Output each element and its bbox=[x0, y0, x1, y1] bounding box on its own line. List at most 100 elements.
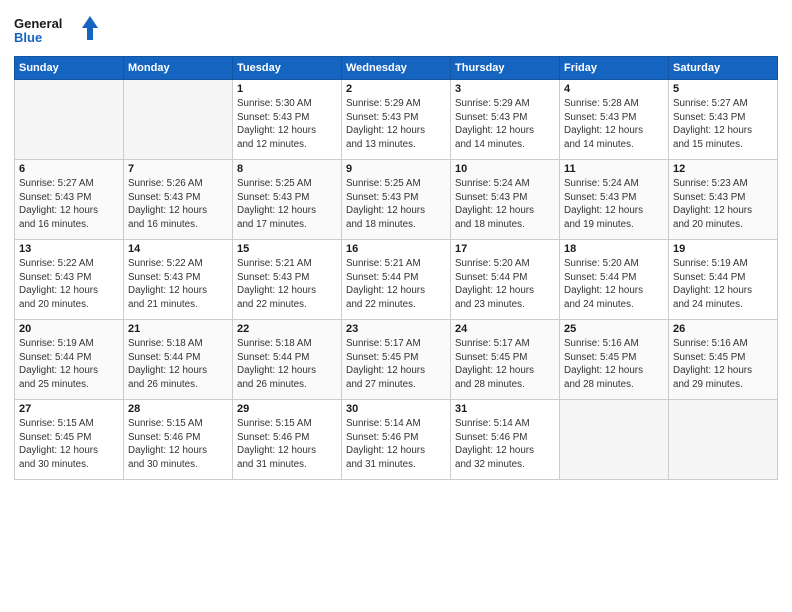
day-number: 21 bbox=[128, 323, 228, 335]
day-number: 1 bbox=[237, 83, 337, 95]
calendar-header-wednesday: Wednesday bbox=[342, 57, 451, 80]
day-number: 16 bbox=[346, 243, 446, 255]
day-info: Sunrise: 5:17 AM Sunset: 5:45 PM Dayligh… bbox=[346, 337, 446, 392]
day-number: 13 bbox=[19, 243, 119, 255]
day-number: 4 bbox=[564, 83, 664, 95]
calendar-cell: 13 Sunrise: 5:22 AM Sunset: 5:43 PM Dayli… bbox=[15, 240, 124, 320]
day-number: 22 bbox=[237, 323, 337, 335]
calendar-cell bbox=[15, 80, 124, 160]
calendar-header-row: SundayMondayTuesdayWednesdayThursdayFrid… bbox=[15, 57, 778, 80]
day-number: 25 bbox=[564, 323, 664, 335]
day-info: Sunrise: 5:20 AM Sunset: 5:44 PM Dayligh… bbox=[455, 257, 555, 312]
day-info: Sunrise: 5:22 AM Sunset: 5:43 PM Dayligh… bbox=[19, 257, 119, 312]
day-info: Sunrise: 5:14 AM Sunset: 5:46 PM Dayligh… bbox=[455, 417, 555, 472]
calendar-header-monday: Monday bbox=[124, 57, 233, 80]
day-number: 19 bbox=[673, 243, 773, 255]
calendar-cell: 10 Sunrise: 5:24 AM Sunset: 5:43 PM Dayli… bbox=[451, 160, 560, 240]
calendar-week-row: 6 Sunrise: 5:27 AM Sunset: 5:43 PM Daylig… bbox=[15, 160, 778, 240]
day-info: Sunrise: 5:15 AM Sunset: 5:46 PM Dayligh… bbox=[128, 417, 228, 472]
calendar-cell: 27 Sunrise: 5:15 AM Sunset: 5:45 PM Dayli… bbox=[15, 400, 124, 480]
calendar-cell: 20 Sunrise: 5:19 AM Sunset: 5:44 PM Dayli… bbox=[15, 320, 124, 400]
calendar-cell: 8 Sunrise: 5:25 AM Sunset: 5:43 PM Daylig… bbox=[233, 160, 342, 240]
calendar-cell: 31 Sunrise: 5:14 AM Sunset: 5:46 PM Dayli… bbox=[451, 400, 560, 480]
day-info: Sunrise: 5:25 AM Sunset: 5:43 PM Dayligh… bbox=[237, 177, 337, 232]
calendar-cell: 5Sunrise: 5:27 AM Sunset: 5:43 PM Daylig… bbox=[669, 80, 778, 160]
day-info: Sunrise: 5:15 AM Sunset: 5:45 PM Dayligh… bbox=[19, 417, 119, 472]
day-info: Sunrise: 5:30 AM Sunset: 5:43 PM Dayligh… bbox=[237, 97, 337, 152]
day-number: 20 bbox=[19, 323, 119, 335]
day-number: 14 bbox=[128, 243, 228, 255]
day-number: 24 bbox=[455, 323, 555, 335]
calendar-cell: 18 Sunrise: 5:20 AM Sunset: 5:44 PM Dayli… bbox=[560, 240, 669, 320]
calendar-cell: 11Sunrise: 5:24 AM Sunset: 5:43 PM Dayli… bbox=[560, 160, 669, 240]
calendar-cell: 28 Sunrise: 5:15 AM Sunset: 5:46 PM Dayli… bbox=[124, 400, 233, 480]
calendar-cell: 4 Sunrise: 5:28 AM Sunset: 5:43 PM Daylig… bbox=[560, 80, 669, 160]
day-number: 29 bbox=[237, 403, 337, 415]
calendar-cell: 7 Sunrise: 5:26 AM Sunset: 5:43 PM Daylig… bbox=[124, 160, 233, 240]
calendar-header-thursday: Thursday bbox=[451, 57, 560, 80]
day-number: 7 bbox=[128, 163, 228, 175]
calendar-week-row: 13 Sunrise: 5:22 AM Sunset: 5:43 PM Dayli… bbox=[15, 240, 778, 320]
calendar-header-sunday: Sunday bbox=[15, 57, 124, 80]
day-number: 23 bbox=[346, 323, 446, 335]
day-number: 15 bbox=[237, 243, 337, 255]
day-info: Sunrise: 5:19 AM Sunset: 5:44 PM Dayligh… bbox=[19, 337, 119, 392]
day-number: 9 bbox=[346, 163, 446, 175]
svg-text:General: General bbox=[14, 16, 62, 31]
calendar-header-friday: Friday bbox=[560, 57, 669, 80]
calendar-header-tuesday: Tuesday bbox=[233, 57, 342, 80]
day-info: Sunrise: 5:14 AM Sunset: 5:46 PM Dayligh… bbox=[346, 417, 446, 472]
day-number: 28 bbox=[128, 403, 228, 415]
day-info: Sunrise: 5:21 AM Sunset: 5:44 PM Dayligh… bbox=[346, 257, 446, 312]
calendar-cell: 21Sunrise: 5:18 AM Sunset: 5:44 PM Dayli… bbox=[124, 320, 233, 400]
day-info: Sunrise: 5:23 AM Sunset: 5:43 PM Dayligh… bbox=[673, 177, 773, 232]
day-info: Sunrise: 5:26 AM Sunset: 5:43 PM Dayligh… bbox=[128, 177, 228, 232]
calendar-cell bbox=[560, 400, 669, 480]
day-info: Sunrise: 5:19 AM Sunset: 5:44 PM Dayligh… bbox=[673, 257, 773, 312]
calendar: SundayMondayTuesdayWednesdayThursdayFrid… bbox=[14, 56, 778, 480]
calendar-cell: 15 Sunrise: 5:21 AM Sunset: 5:43 PM Dayli… bbox=[233, 240, 342, 320]
day-info: Sunrise: 5:21 AM Sunset: 5:43 PM Dayligh… bbox=[237, 257, 337, 312]
logo-svg: General Blue bbox=[14, 14, 104, 50]
day-info: Sunrise: 5:28 AM Sunset: 5:43 PM Dayligh… bbox=[564, 97, 664, 152]
day-info: Sunrise: 5:29 AM Sunset: 5:43 PM Dayligh… bbox=[346, 97, 446, 152]
calendar-cell: 24Sunrise: 5:17 AM Sunset: 5:45 PM Dayli… bbox=[451, 320, 560, 400]
day-number: 6 bbox=[19, 163, 119, 175]
day-number: 17 bbox=[455, 243, 555, 255]
day-number: 5 bbox=[673, 83, 773, 95]
calendar-cell bbox=[124, 80, 233, 160]
day-info: Sunrise: 5:20 AM Sunset: 5:44 PM Dayligh… bbox=[564, 257, 664, 312]
calendar-cell: 14 Sunrise: 5:22 AM Sunset: 5:43 PM Dayli… bbox=[124, 240, 233, 320]
day-number: 10 bbox=[455, 163, 555, 175]
calendar-week-row: 20 Sunrise: 5:19 AM Sunset: 5:44 PM Dayli… bbox=[15, 320, 778, 400]
day-info: Sunrise: 5:24 AM Sunset: 5:43 PM Dayligh… bbox=[455, 177, 555, 232]
day-number: 12 bbox=[673, 163, 773, 175]
svg-text:Blue: Blue bbox=[14, 30, 42, 45]
day-info: Sunrise: 5:18 AM Sunset: 5:44 PM Dayligh… bbox=[237, 337, 337, 392]
day-number: 30 bbox=[346, 403, 446, 415]
logo: General Blue bbox=[14, 14, 104, 50]
calendar-cell: 6 Sunrise: 5:27 AM Sunset: 5:43 PM Daylig… bbox=[15, 160, 124, 240]
day-info: Sunrise: 5:22 AM Sunset: 5:43 PM Dayligh… bbox=[128, 257, 228, 312]
calendar-header-saturday: Saturday bbox=[669, 57, 778, 80]
day-info: Sunrise: 5:25 AM Sunset: 5:43 PM Dayligh… bbox=[346, 177, 446, 232]
day-info: Sunrise: 5:24 AM Sunset: 5:43 PM Dayligh… bbox=[564, 177, 664, 232]
day-number: 8 bbox=[237, 163, 337, 175]
day-info: Sunrise: 5:15 AM Sunset: 5:46 PM Dayligh… bbox=[237, 417, 337, 472]
calendar-week-row: 1 Sunrise: 5:30 AM Sunset: 5:43 PM Daylig… bbox=[15, 80, 778, 160]
calendar-cell: 2Sunrise: 5:29 AM Sunset: 5:43 PM Daylig… bbox=[342, 80, 451, 160]
day-number: 31 bbox=[455, 403, 555, 415]
day-number: 27 bbox=[19, 403, 119, 415]
calendar-cell: 30 Sunrise: 5:14 AM Sunset: 5:46 PM Dayli… bbox=[342, 400, 451, 480]
calendar-cell: 19 Sunrise: 5:19 AM Sunset: 5:44 PM Dayli… bbox=[669, 240, 778, 320]
day-number: 26 bbox=[673, 323, 773, 335]
day-number: 18 bbox=[564, 243, 664, 255]
calendar-cell bbox=[669, 400, 778, 480]
calendar-cell: 29 Sunrise: 5:15 AM Sunset: 5:46 PM Dayli… bbox=[233, 400, 342, 480]
calendar-cell: 9 Sunrise: 5:25 AM Sunset: 5:43 PM Daylig… bbox=[342, 160, 451, 240]
calendar-cell: 23 Sunrise: 5:17 AM Sunset: 5:45 PM Dayli… bbox=[342, 320, 451, 400]
calendar-cell: 26Sunrise: 5:16 AM Sunset: 5:45 PM Dayli… bbox=[669, 320, 778, 400]
day-info: Sunrise: 5:29 AM Sunset: 5:43 PM Dayligh… bbox=[455, 97, 555, 152]
day-info: Sunrise: 5:27 AM Sunset: 5:43 PM Dayligh… bbox=[19, 177, 119, 232]
calendar-cell: 22 Sunrise: 5:18 AM Sunset: 5:44 PM Dayli… bbox=[233, 320, 342, 400]
